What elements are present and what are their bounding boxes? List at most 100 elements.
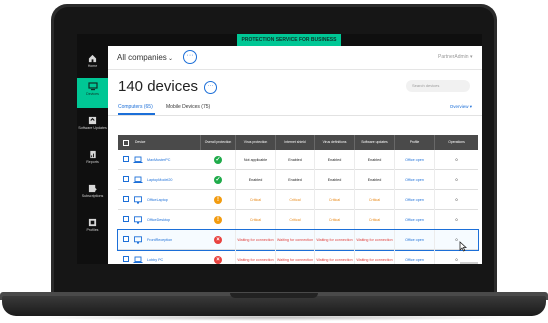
error-icon: × — [214, 256, 222, 264]
device-link[interactable]: OfficeDesktop — [147, 218, 170, 222]
defs-cell: Critical — [315, 190, 355, 210]
defs-cell: Waiting for connection — [315, 250, 355, 264]
profile-link[interactable]: Office open — [395, 230, 435, 250]
overall-protection-cell: × — [201, 250, 236, 264]
app-screen: PROTECTION SERVICE FOR BUSINESS Home Dev… — [77, 34, 482, 264]
internet-cell: Critical — [276, 210, 315, 230]
overall-protection-cell: ! — [201, 210, 236, 230]
sw-cell: Critical — [355, 210, 395, 230]
product-banner: PROTECTION SERVICE FOR BUSINESS — [237, 34, 341, 46]
sw-cell: Critical — [355, 190, 395, 210]
warning-icon: ! — [214, 216, 222, 224]
profile-link[interactable]: Office open — [395, 210, 435, 230]
overall-protection-cell: ! — [201, 190, 236, 210]
company-select[interactable]: All companies — [117, 53, 167, 62]
table-row[interactable]: MaxMusterPC ✓ Not applicable Enabled Enabled… — [118, 150, 478, 170]
profile-link[interactable]: Office open — [395, 190, 435, 210]
table-header: Device Overall protection Virus protecti… — [118, 135, 478, 150]
laptop-icon — [133, 156, 143, 163]
app-header: All companies ⌄ ··· PartnerAdmin ▾ — [108, 46, 482, 70]
profiles-icon — [88, 218, 97, 227]
scrollbar[interactable] — [460, 262, 478, 264]
sidebar-item-label: Profiles — [86, 228, 99, 232]
tab-mobile-devices[interactable]: Mobile Devices (75) — [166, 104, 210, 110]
virus-cell: Waiting for connection — [236, 250, 276, 264]
laptop-base — [2, 296, 546, 316]
table-row[interactable]: LaptopModel20 ✓ Enabled Enabled Enabled Enabl… — [118, 170, 478, 190]
internet-cell: Waiting for connection — [276, 250, 315, 264]
defs-cell: Critical — [315, 210, 355, 230]
device-link[interactable]: Lobby PC — [147, 258, 163, 262]
user-menu[interactable]: PartnerAdmin ▾ — [438, 54, 472, 60]
col-operations[interactable]: Operations — [435, 135, 478, 150]
row-checkbox[interactable] — [123, 256, 129, 262]
col-overall-protection[interactable]: Overall protection — [201, 135, 236, 150]
home-icon — [88, 54, 97, 63]
device-link[interactable]: OfficeLaptop — [147, 198, 168, 202]
virus-cell: Waiting for connection — [236, 230, 276, 250]
device-link[interactable]: FrontReception — [147, 238, 172, 242]
table-row[interactable]: OfficeLaptop! Critical Critical Critical Cri… — [118, 190, 478, 210]
row-checkbox[interactable] — [123, 236, 129, 242]
error-icon: × — [214, 236, 222, 244]
device-link[interactable]: LaptopModel20 — [147, 178, 172, 182]
virus-cell: Not applicable — [236, 150, 276, 170]
row-checkbox[interactable] — [123, 196, 129, 202]
profile-link[interactable]: Office open — [395, 150, 435, 170]
table-row[interactable]: FrontReception × Waiting for connection Wai… — [117, 229, 479, 251]
desktop-icon — [134, 236, 142, 244]
col-profile[interactable]: Profile — [395, 135, 435, 150]
col-device[interactable]: Device — [118, 135, 201, 150]
sw-cell: Enabled — [355, 150, 395, 170]
row-checkbox[interactable] — [123, 216, 129, 222]
warning-icon: ! — [214, 196, 222, 204]
check-icon: ✓ — [214, 156, 222, 164]
device-tabs: Computers (65) Mobile Devices (75) Overv… — [108, 102, 482, 116]
operations-count[interactable]: 0 — [435, 190, 478, 210]
col-software-updates[interactable]: Software updates — [355, 135, 395, 150]
row-checkbox[interactable] — [123, 156, 129, 162]
operations-count[interactable]: 0 — [435, 170, 478, 190]
tab-computers[interactable]: Computers (65) — [118, 104, 153, 110]
chevron-down-icon[interactable]: ⌄ — [168, 55, 173, 62]
device-link[interactable]: MaxMusterPC — [147, 158, 170, 162]
col-virus-protection[interactable]: Virus protection — [236, 135, 276, 150]
sidebar-item-reports[interactable]: Reports — [77, 146, 108, 174]
row-checkbox[interactable] — [123, 176, 129, 182]
sidebar-item-subscriptions[interactable]: Subscriptions — [77, 180, 108, 208]
sidebar-item-label: Subscriptions — [81, 194, 104, 198]
col-internet-shield[interactable]: Internet shield — [276, 135, 315, 150]
more-options-button[interactable]: ··· — [183, 50, 197, 64]
virus-cell: Critical — [236, 210, 276, 230]
operations-count[interactable]: 0 — [435, 210, 478, 230]
overview-dropdown[interactable]: Overview ▾ — [450, 104, 472, 110]
table-row[interactable]: Lobby PC × Waiting for connection Waiting f… — [118, 250, 478, 264]
page-title: 140 devices — [118, 78, 199, 95]
overall-protection-cell: × — [201, 230, 236, 250]
sidebar-item-devices[interactable]: Devices — [77, 78, 108, 108]
internet-cell: Waiting for connection — [276, 230, 315, 250]
table-row[interactable]: OfficeDesktop! Critical Critical Critical Cr… — [118, 210, 478, 230]
profile-link[interactable]: Office open — [395, 250, 435, 264]
sidebar-item-label: Devices — [86, 92, 99, 96]
sidebar-item-software-updates[interactable]: Software Updates — [77, 112, 108, 140]
col-virus-definitions[interactable]: Virus definitions — [315, 135, 355, 150]
virus-cell: Enabled — [236, 170, 276, 190]
subscriptions-icon — [88, 184, 97, 193]
reports-icon — [89, 150, 96, 159]
search-input[interactable]: Search devices — [406, 80, 470, 92]
sidebar: Home Devices Software Updates Reports Su… — [77, 46, 108, 264]
profile-link[interactable]: Office open — [395, 170, 435, 190]
sidebar-item-profiles[interactable]: Profiles — [77, 214, 108, 242]
operations-count[interactable]: 0 — [435, 150, 478, 170]
sidebar-item-label: Software Updates — [78, 126, 107, 130]
laptop-notch — [230, 293, 318, 298]
active-tab-indicator — [118, 113, 155, 115]
page-more-button[interactable]: ··· — [204, 81, 217, 94]
internet-cell: Enabled — [276, 170, 315, 190]
mouse-cursor-icon — [459, 241, 467, 252]
sidebar-item-home[interactable]: Home — [77, 50, 108, 78]
laptop-icon — [133, 256, 143, 263]
operations-count[interactable]: 0 — [435, 230, 478, 250]
defs-cell: Enabled — [315, 150, 355, 170]
